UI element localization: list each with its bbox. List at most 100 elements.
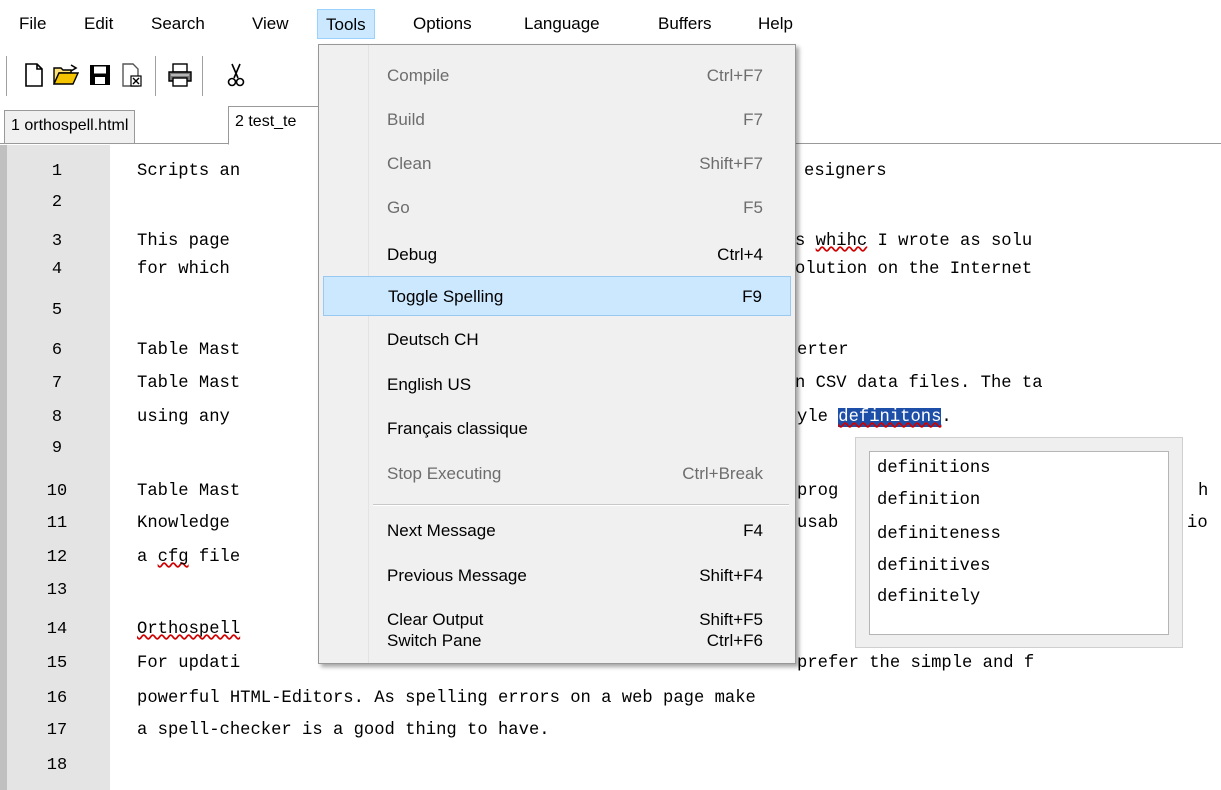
code-line: Table Mast	[137, 482, 241, 501]
suggestions-list: definitions definition definiteness defi…	[869, 451, 1169, 635]
line-number: 15	[46, 654, 68, 673]
menu-view[interactable]: View	[244, 9, 297, 39]
menu-search[interactable]: Search	[143, 9, 213, 39]
open-folder-icon[interactable]	[52, 58, 80, 92]
print-icon[interactable]	[166, 58, 194, 92]
line-number: 3	[51, 232, 63, 251]
code-line: io	[1187, 514, 1208, 533]
line-number: 16	[46, 689, 68, 708]
toolbar-grip	[6, 56, 8, 96]
code-line: Scripts an	[137, 162, 241, 181]
menu-item-label: Previous Message	[387, 566, 527, 585]
menu-tools[interactable]: Tools	[317, 9, 375, 39]
menu-item-label: Français classique	[387, 419, 528, 438]
menu-item-label: Toggle Spelling	[388, 287, 504, 306]
toolbar-separator	[202, 56, 204, 96]
menu-language[interactable]: Language	[516, 9, 608, 39]
code-line: a cfg file	[137, 548, 241, 567]
menu-item-english-us[interactable]: English US	[323, 365, 791, 405]
menu-item-compile[interactable]: Compile Ctrl+F7	[323, 56, 791, 96]
menu-item-build[interactable]: Build F7	[323, 100, 791, 140]
line-number: 17	[46, 721, 68, 740]
menu-item-deutsch-ch[interactable]: Deutsch CH	[323, 320, 791, 360]
menu-item-label: Switch Pane	[387, 631, 482, 650]
menu-item-label: Debug	[387, 245, 438, 264]
menu-item-label: Stop Executing	[387, 464, 502, 483]
line-number: 12	[46, 548, 68, 567]
tab-orthospell[interactable]: 1 orthospell.html	[4, 110, 136, 144]
code-line: erter	[797, 341, 849, 360]
code-line: powerful HTML-Editors. As spelling error…	[137, 689, 756, 708]
suggestion-item[interactable]: definitives	[877, 552, 990, 582]
menu-buffers[interactable]: Buffers	[650, 9, 720, 39]
menu-item-label: Go	[387, 198, 410, 217]
spelling-suggestions-popup: definitions definition definiteness defi…	[855, 437, 1183, 648]
misspelled-word[interactable]: Orthospell	[137, 617, 240, 642]
code-line: yle definitons.	[797, 408, 952, 427]
cut-icon[interactable]	[222, 58, 250, 92]
menu-item-previous-message[interactable]: Previous Message Shift+F4	[323, 556, 791, 596]
menu-options[interactable]: Options	[405, 9, 480, 39]
misspelled-word[interactable]: whihc	[816, 232, 868, 251]
menu-item-debug[interactable]: Debug Ctrl+4	[323, 235, 791, 275]
line-number: 8	[51, 408, 63, 427]
code-line: usab	[797, 514, 839, 533]
menu-separator	[373, 504, 789, 506]
line-number: 5	[51, 301, 63, 320]
menu-item-label: Clean	[387, 154, 432, 173]
menu-help[interactable]: Help	[750, 9, 801, 39]
suggestion-item[interactable]: definitely	[877, 583, 980, 613]
code-line: for which	[137, 260, 230, 279]
menu-item-label: Deutsch CH	[387, 330, 479, 349]
suggestion-item[interactable]: definition	[877, 486, 980, 516]
menu-item-shortcut: F4	[743, 521, 763, 540]
suggestion-item[interactable]: definiteness	[877, 520, 1001, 550]
code-line: For updati	[137, 654, 241, 673]
toolbar-separator	[155, 56, 157, 96]
code-line: using any	[137, 408, 230, 427]
line-number: 9	[51, 439, 63, 458]
code-line: s whihc I wrote as solu	[795, 232, 1033, 251]
menu-item-shortcut: Ctrl+F7	[706, 66, 763, 85]
menu-item-label: Compile	[387, 66, 450, 85]
menu-item-shortcut: F7	[743, 110, 763, 129]
misspelled-word[interactable]: cfg	[158, 548, 189, 567]
close-file-icon[interactable]	[118, 58, 146, 92]
line-number: 13	[46, 581, 68, 600]
tab-test-text[interactable]: 2 test_te	[228, 106, 326, 145]
menu-item-toggle-spelling[interactable]: Toggle Spelling F9	[323, 276, 791, 316]
code-line: olution on the Internet	[795, 260, 1033, 279]
line-number: 6	[51, 341, 63, 360]
menu-item-go[interactable]: Go F5	[323, 188, 791, 228]
menu-edit[interactable]: Edit	[76, 9, 121, 39]
menu-item-switch-pane[interactable]: Switch Pane Ctrl+F6	[323, 621, 791, 661]
code-line: prefer the simple and f	[797, 654, 1035, 673]
code-line: Table Mast	[137, 374, 241, 393]
line-number-gutter: 1 2 3 4 5 6 7 8 9 10 11 12 13 14 15 16 1…	[0, 145, 110, 790]
menu-item-shortcut: F9	[742, 287, 762, 306]
new-file-icon[interactable]	[20, 58, 48, 92]
menu-item-shortcut: F5	[743, 198, 763, 217]
code-line: This page	[137, 232, 230, 251]
line-number: 14	[46, 620, 68, 639]
menu-item-francais-classique[interactable]: Français classique	[323, 409, 791, 449]
menu-item-shortcut: Ctrl+4	[717, 245, 763, 264]
line-number: 7	[51, 374, 63, 393]
menu-item-shortcut: Shift+F4	[699, 566, 763, 585]
save-icon[interactable]	[86, 58, 114, 92]
tools-menu-dropdown: Compile Ctrl+F7 Build F7 Clean Shift+F7 …	[318, 44, 796, 664]
menu-item-next-message[interactable]: Next Message F4	[323, 511, 791, 551]
suggestion-item[interactable]: definitions	[877, 454, 990, 484]
menu-item-label: Next Message	[387, 521, 496, 540]
line-number: 1	[51, 162, 63, 181]
selected-misspelled-word[interactable]: definitons	[838, 408, 942, 427]
menu-item-stop-executing[interactable]: Stop Executing Ctrl+Break	[323, 454, 791, 494]
line-number: 11	[46, 514, 68, 533]
menu-bar: File Edit Search View Tools Options Lang…	[0, 0, 1221, 44]
menu-item-shortcut: Ctrl+F6	[706, 631, 763, 650]
code-line: n CSV data files. The ta	[795, 374, 1043, 393]
menu-file[interactable]: File	[11, 9, 54, 39]
menu-item-label: Build	[387, 110, 425, 129]
menu-item-clean[interactable]: Clean Shift+F7	[323, 144, 791, 184]
code-line: Table Mast	[137, 341, 241, 360]
